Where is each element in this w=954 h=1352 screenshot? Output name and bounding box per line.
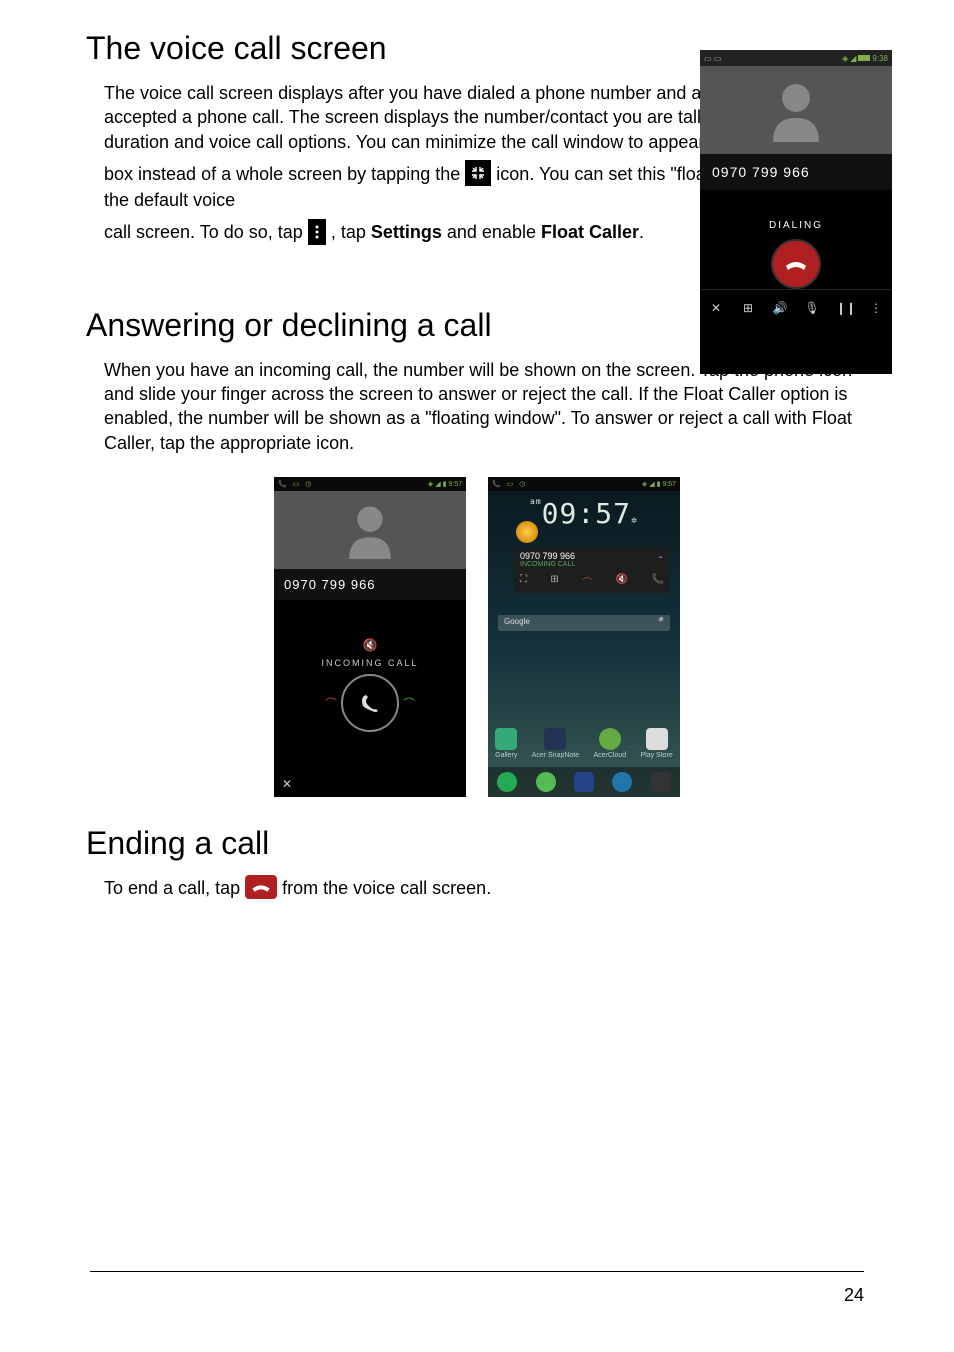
status-right: ◈ ◢ 9:38 (842, 54, 888, 63)
clock-am: am (530, 497, 542, 506)
hold-icon[interactable]: ❙❙ (836, 301, 852, 315)
para-end-1b: from the voice call screen. (282, 878, 491, 898)
speaker-icon[interactable]: 🔊 (772, 301, 788, 315)
google-label: Google (504, 617, 530, 629)
status-time: 9:38 (872, 54, 888, 63)
para-vc-3a: call screen. To do so, tap (104, 222, 308, 242)
contact-avatar-area (700, 66, 892, 154)
float-decline-icon[interactable]: ⌒ (582, 574, 592, 589)
mini-minimize-icon[interactable]: ✕ (282, 777, 292, 791)
voice-call-screenshot: ▭ ▭ ◈ ◢ 9:38 0970 799 966 DIALING ✕ ⊞ 🔊 … (700, 50, 892, 374)
float-caller-screenshot: 📞 ▭ ◷ ◈ ◢ ▮ 9:57 am09:57✲ 0970 799 966 I… (488, 477, 680, 797)
end-call-icon (245, 875, 277, 899)
float-expand2-icon[interactable]: ⛶ (520, 574, 527, 589)
mini-number: 0970 799 966 (274, 569, 466, 600)
footer-rule (90, 1271, 864, 1272)
overflow-menu-icon (308, 219, 326, 245)
para-vc-3b: , tap (331, 222, 371, 242)
float-number: 0970 799 966 (520, 551, 575, 561)
keypad-icon[interactable]: ⊞ (740, 301, 756, 315)
dock-browser-icon[interactable] (612, 772, 632, 792)
wifi-icon: ◈ (842, 54, 848, 63)
float-expand-icon[interactable]: ⌃ (657, 555, 664, 564)
dialing-label: DIALING (769, 220, 823, 231)
answer-hint-icon: ⌒ (403, 695, 415, 712)
battery-icon (858, 55, 870, 61)
mic-icon[interactable]: 🎤 (654, 617, 664, 629)
google-search-bar[interactable]: Google 🎤 (498, 615, 670, 631)
more-icon[interactable]: ⋮ (868, 301, 884, 315)
minimize-call-icon[interactable]: ✕ (708, 301, 724, 315)
app-row: Gallery Acer SnapNote AcerCloud Play Sto… (488, 728, 680, 759)
home-wallpaper: am09:57✲ 0970 799 966 INCOMING CALL ⌃ ⛶ … (488, 491, 680, 797)
hangup-button[interactable] (771, 239, 821, 289)
call-options-row: ✕ ⊞ 🔊 🎙 ❙❙ ⋮ (700, 289, 892, 325)
para-vc-2a: box instead of a whole screen by tapping… (104, 164, 465, 184)
float-caller-label: Float Caller (541, 222, 639, 242)
phone-number: 0970 799 966 (700, 154, 892, 190)
incoming-label: INCOMING CALL (321, 658, 418, 668)
mini-status-right: ◈ ◢ ▮ 9:57 (428, 480, 462, 488)
home-status-left: 📞 ▭ ◷ (492, 480, 527, 488)
signal-icon: ◢ (850, 54, 856, 63)
float-sub: INCOMING CALL (520, 561, 575, 568)
app-acercloud[interactable]: AcerCloud (593, 728, 626, 759)
avatar-icon (769, 78, 823, 142)
minimize-icon (465, 160, 491, 186)
para-vc-3c: and enable (447, 222, 541, 242)
para-vc-3d: . (639, 222, 644, 242)
app-gallery[interactable]: Gallery (495, 728, 517, 759)
para-end-1a: To end a call, tap (104, 878, 245, 898)
page-number: 24 (844, 1285, 864, 1306)
para-end-1: To end a call, tap from the voice call s… (104, 876, 864, 901)
incoming-call-screenshot: 📞 ▭ ◷ ◈ ◢ ▮ 9:57 0970 799 966 🔇 INCOMING… (274, 477, 466, 797)
mini-status-bar: 📞 ▭ ◷ ◈ ◢ ▮ 9:57 (274, 477, 466, 491)
mini-avatar-area (274, 491, 466, 569)
dock-phone-icon[interactable] (497, 772, 517, 792)
app-snapnote[interactable]: Acer SnapNote (532, 728, 579, 759)
mini-status-left: 📞 ▭ ◷ (278, 480, 313, 488)
mini-bottom-row: ✕ (274, 771, 466, 797)
dock (488, 767, 680, 797)
mute-ringer-icon[interactable]: 🔇 (363, 638, 378, 652)
settings-label: Settings (371, 222, 442, 242)
answer-slide-button[interactable]: ⌒ ⌒ (341, 674, 399, 732)
status-left-icons: ▭ ▭ (704, 54, 721, 63)
decline-hint-icon: ⌒ (325, 695, 337, 712)
float-mute-icon[interactable]: 🔇 (616, 574, 628, 589)
clock-time: 09:57 (542, 497, 631, 530)
home-status-bar: 📞 ▭ ◷ ◈ ◢ ▮ 9:57 (488, 477, 680, 491)
app-playstore[interactable]: Play Store (641, 728, 673, 759)
dock-apps-icon[interactable] (574, 772, 594, 792)
dock-messages-icon[interactable] (536, 772, 556, 792)
clock-widget: am09:57✲ (488, 497, 680, 530)
home-status-right: ◈ ◢ ▮ 9:57 (642, 480, 676, 488)
mute-icon[interactable]: 🎙 (804, 301, 820, 315)
heading-ending-call: Ending a call (86, 825, 864, 862)
float-keypad-icon[interactable]: ⊞ (550, 574, 558, 589)
dock-camera-icon[interactable] (651, 772, 671, 792)
float-answer-icon[interactable]: 📞 (652, 574, 664, 589)
float-caller-box[interactable]: 0970 799 966 INCOMING CALL ⌃ ⛶ ⊞ ⌒ 🔇 📞 (514, 547, 670, 593)
status-bar: ▭ ▭ ◈ ◢ 9:38 (700, 50, 892, 66)
